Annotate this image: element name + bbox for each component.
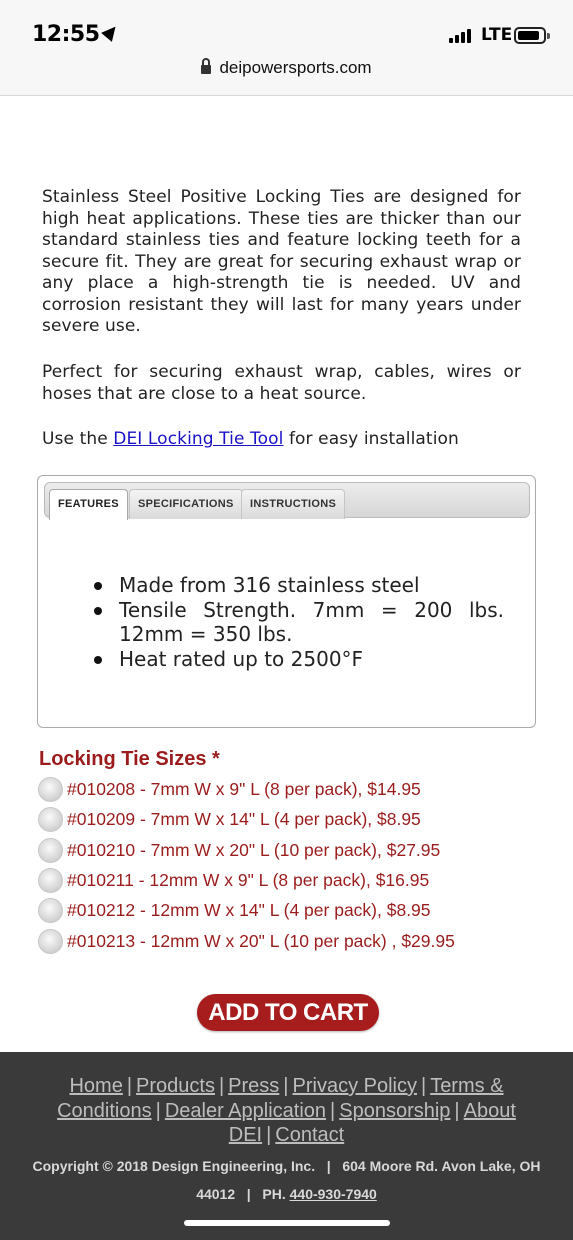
size-label: #010212 - 12mm W x 14" L (4 per pack), $… bbox=[67, 899, 431, 920]
footer-link-contact[interactable]: Contact bbox=[275, 1124, 344, 1146]
tab-instructions[interactable]: INSTRUCTIONS bbox=[241, 489, 346, 519]
features-list: Made from 316 stainless steel Tensile St… bbox=[94, 573, 504, 671]
address-bar[interactable]: deipowersports.com bbox=[0, 58, 573, 78]
list-item: Made from 316 stainless steel bbox=[94, 573, 504, 598]
radio-button[interactable] bbox=[38, 928, 63, 954]
tool-note: Use the DEI Locking Tie Tool for easy in… bbox=[42, 429, 459, 449]
product-description: Stainless Steel Positive Locking Ties ar… bbox=[42, 187, 521, 336]
radio-button[interactable] bbox=[38, 776, 63, 802]
size-option[interactable]: #010211 - 12mm W x 9" L (8 per pack), $1… bbox=[38, 867, 429, 893]
size-label: #010208 - 7mm W x 9" L (8 per pack), $14… bbox=[67, 778, 421, 799]
size-label: #010211 - 12mm W x 9" L (8 per pack), $1… bbox=[67, 869, 430, 890]
lock-icon bbox=[201, 58, 212, 74]
size-option[interactable]: #010213 - 12mm W x 20" L (10 per pack) ,… bbox=[38, 928, 455, 954]
list-item: Heat rated up to 2500°F bbox=[94, 647, 504, 672]
list-item: Tensile Strength. 7mm = 200 lbs. 12mm = … bbox=[94, 598, 504, 647]
network-type: LTE bbox=[481, 25, 513, 45]
site-footer: Home | Products | Press | Privacy Policy | Terms… bbox=[0, 1052, 573, 1240]
locking-tie-tool-link[interactable]: DEI Locking Tie Tool bbox=[113, 429, 283, 449]
location-arrow-icon bbox=[100, 22, 121, 42]
size-option[interactable]: #010209 - 7mm W x 14" L (4 per pack), $8… bbox=[38, 806, 421, 832]
size-option[interactable]: #010208 - 7mm W x 9" L (8 per pack), $14… bbox=[38, 776, 421, 802]
product-tabs: FEATURES SPECIFICATIONS INSTRUCTIONS Mad… bbox=[37, 475, 536, 728]
footer-link-dealer[interactable]: Dealer Application bbox=[165, 1100, 326, 1122]
size-label: #010209 - 7mm W x 14" L (4 per pack), $8… bbox=[67, 808, 421, 829]
size-label: #010210 - 7mm W x 20" L (10 per pack), $… bbox=[67, 839, 441, 860]
footer-link-press[interactable]: Press bbox=[228, 1075, 279, 1097]
browser-status-bar: 12:55 LTE deipowersports.com bbox=[0, 0, 573, 96]
radio-button[interactable] bbox=[38, 897, 63, 923]
size-option[interactable]: #010210 - 7mm W x 20" L (10 per pack), $… bbox=[38, 837, 440, 863]
radio-button[interactable] bbox=[38, 806, 63, 832]
copyright: Copyright © 2018 Design Engineering, Inc… bbox=[32, 1158, 541, 1202]
footer-link-sponsorship[interactable]: Sponsorship bbox=[339, 1100, 450, 1122]
size-option[interactable]: #010212 - 12mm W x 14" L (4 per pack), $… bbox=[38, 897, 431, 923]
tab-features[interactable]: FEATURES bbox=[49, 489, 128, 520]
clock: 12:55 bbox=[32, 22, 121, 47]
add-to-cart-button[interactable]: ADD TO CART bbox=[197, 994, 379, 1031]
tab-strip: FEATURES SPECIFICATIONS INSTRUCTIONS bbox=[44, 482, 530, 520]
product-usage: Perfect for securing exhaust wrap, cable… bbox=[42, 362, 521, 404]
sizes-heading: Locking Tie Sizes * bbox=[39, 748, 220, 770]
footer-link-home[interactable]: Home bbox=[69, 1075, 122, 1097]
battery-icon bbox=[514, 27, 550, 44]
size-label: #010213 - 12mm W x 20" L (10 per pack) ,… bbox=[67, 930, 455, 951]
url-text: deipowersports.com bbox=[219, 58, 372, 77]
footer-nav: Home | Products | Press | Privacy Policy | Terms… bbox=[57, 1075, 516, 1146]
tab-specifications[interactable]: SPECIFICATIONS bbox=[129, 489, 243, 519]
radio-button[interactable] bbox=[38, 867, 63, 893]
home-indicator bbox=[184, 1220, 390, 1226]
footer-link-products[interactable]: Products bbox=[136, 1075, 215, 1097]
cell-signal-icon bbox=[449, 28, 471, 43]
radio-button[interactable] bbox=[38, 837, 63, 863]
footer-link-privacy[interactable]: Privacy Policy bbox=[293, 1075, 417, 1097]
phone-link[interactable]: 440-930-7940 bbox=[290, 1186, 377, 1202]
